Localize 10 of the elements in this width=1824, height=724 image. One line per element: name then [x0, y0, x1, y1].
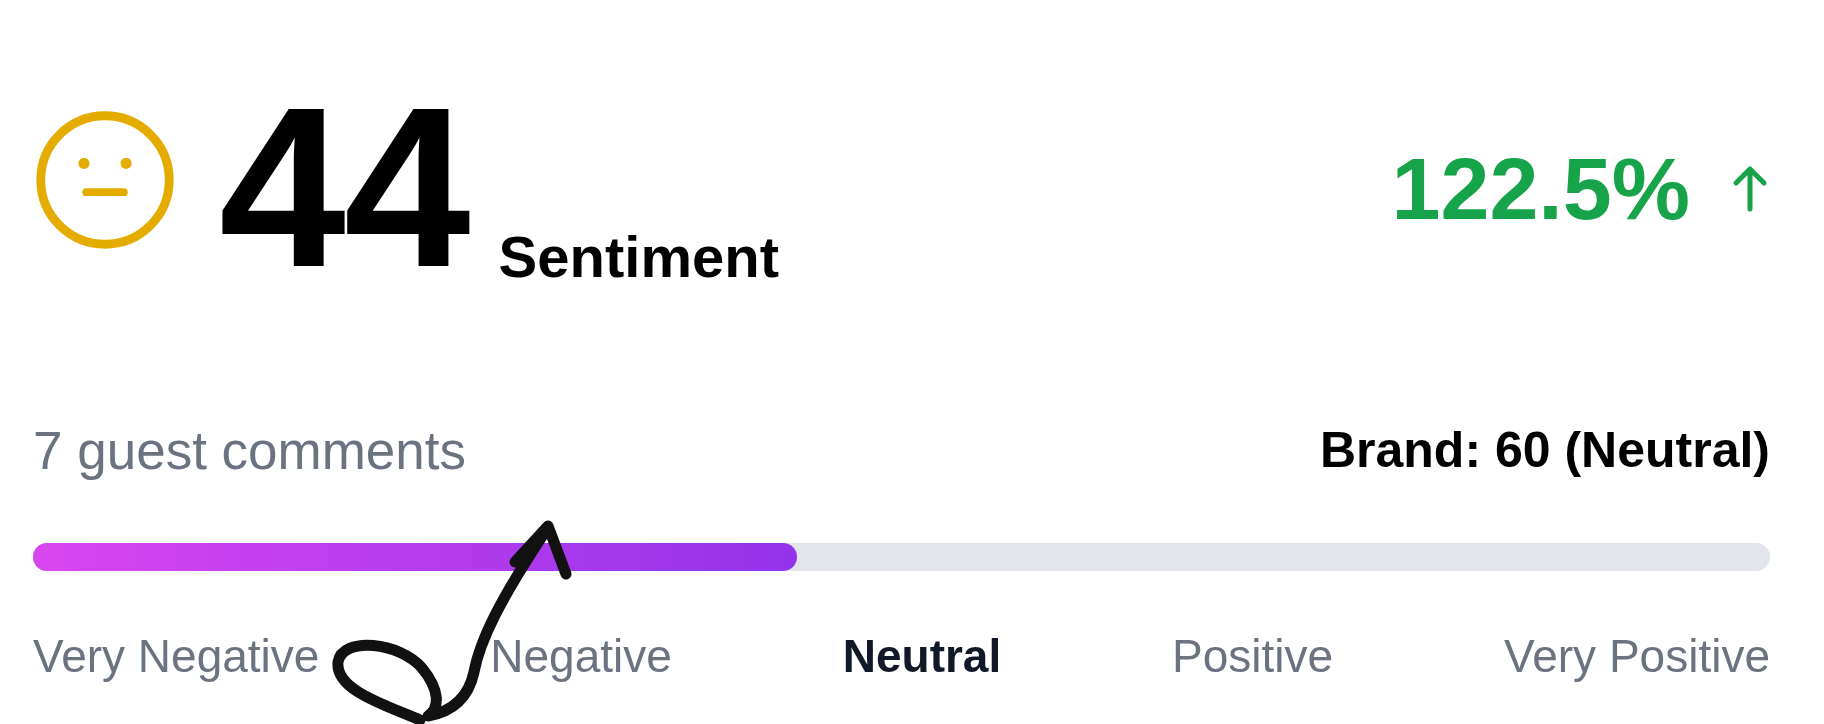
score-value: 44	[219, 92, 469, 284]
scale-label: Very Positive	[1504, 628, 1770, 683]
score-label: Sentiment	[498, 222, 779, 290]
scale-label: Neutral	[842, 628, 1002, 683]
scale-label: Positive	[1172, 628, 1334, 683]
scale-label: Negative	[490, 628, 672, 683]
comment-count: 7 guest comments	[33, 419, 467, 481]
change-value: 122.5%	[1391, 138, 1690, 240]
scale-label: Very Negative	[33, 628, 320, 683]
brand-score: Brand: 60 (Neutral)	[1319, 421, 1770, 479]
